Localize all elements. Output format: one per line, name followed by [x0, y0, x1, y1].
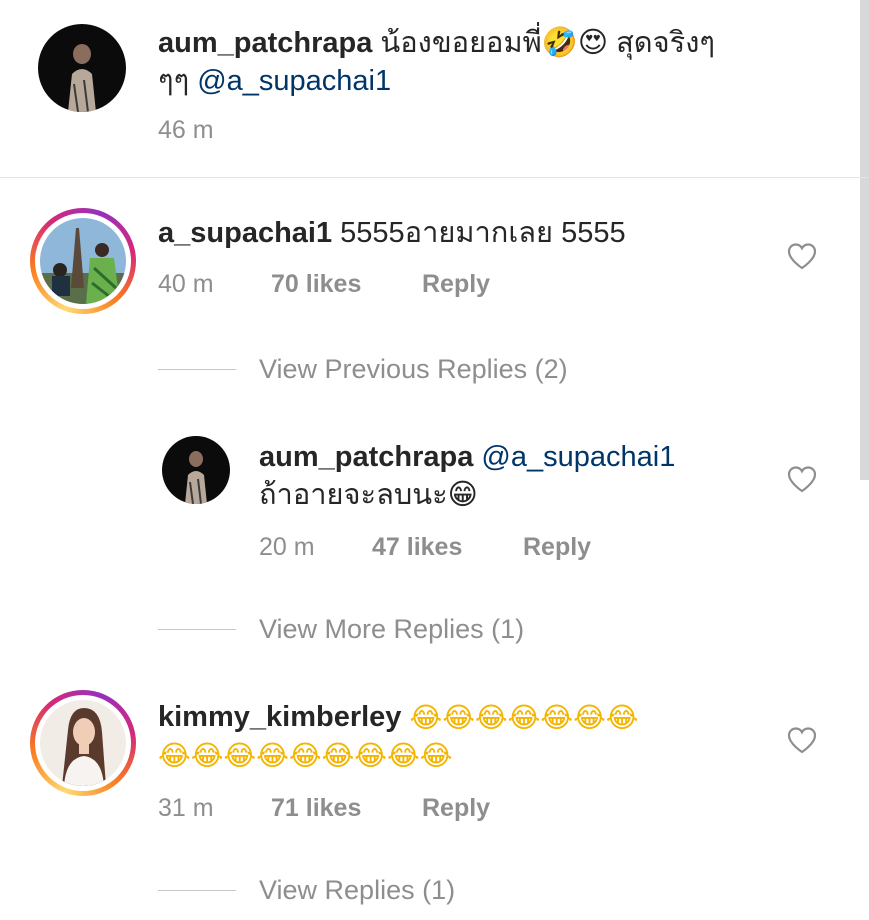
caption-text-line2: ๆๆ — [158, 65, 190, 97]
avatar[interactable] — [40, 700, 126, 786]
comment-text: kimmy_kimberley 😂😂😂😂😂😂😂 😂😂😂😂😂😂😂😂😂 — [158, 698, 758, 774]
avatar[interactable] — [38, 24, 126, 112]
emoji-row: 😂😂😂😂😂😂😂😂😂 — [158, 739, 453, 773]
reply-username[interactable]: aum_patchrapa — [259, 441, 473, 473]
caption-section: aum_patchrapa น้องขอยอมพี่🤣😍 สุดจริงๆ ๆๆ… — [0, 0, 856, 176]
reply-time: 20 m — [259, 533, 315, 561]
comment-likes[interactable]: 71 likes — [271, 794, 361, 823]
caption-time: 46 m — [158, 116, 214, 144]
comment-text: a_supachai1 5555อายมากเลย 5555 — [158, 214, 758, 252]
reply-button[interactable]: Reply — [422, 270, 490, 299]
comment-username[interactable]: a_supachai1 — [158, 217, 332, 249]
view-replies-line — [158, 890, 236, 891]
reply-body: ถ้าอายจะลบนะ😁 — [259, 479, 478, 511]
avatar[interactable] — [40, 218, 126, 304]
heart-icon[interactable] — [787, 726, 817, 754]
reply-mention[interactable]: @a_supachai1 — [481, 441, 675, 473]
avatar[interactable] — [162, 436, 230, 504]
reply-button[interactable]: Reply — [422, 794, 490, 823]
caption-username[interactable]: aum_patchrapa — [158, 27, 372, 59]
reply-meta: 20 m 47 likes Reply — [259, 533, 659, 563]
comment-time: 31 m — [158, 794, 214, 822]
comment-username[interactable]: kimmy_kimberley — [158, 701, 401, 733]
view-replies-line — [158, 629, 236, 630]
reply-button[interactable]: Reply — [523, 533, 591, 562]
comment-likes[interactable]: 70 likes — [271, 270, 361, 299]
caption-text: aum_patchrapa น้องขอยอมพี่🤣😍 สุดจริงๆ ๆๆ… — [158, 24, 808, 100]
divider — [0, 177, 869, 178]
scrollbar[interactable] — [860, 0, 869, 480]
caption-mention[interactable]: @a_supachai1 — [197, 65, 391, 97]
heart-icon[interactable] — [787, 242, 817, 270]
heart-icon[interactable] — [787, 465, 817, 493]
view-more-replies[interactable]: View More Replies (1) — [259, 614, 524, 645]
view-previous-replies[interactable]: View Previous Replies (2) — [259, 354, 568, 385]
comment-time: 40 m — [158, 270, 214, 298]
reply-likes[interactable]: 47 likes — [372, 533, 462, 562]
view-replies-line — [158, 369, 236, 370]
comment-meta: 31 m 71 likes Reply — [158, 794, 658, 824]
comment-meta: 40 m 70 likes Reply — [158, 270, 658, 300]
caption-text-line1: น้องขอยอมพี่🤣😍 สุดจริงๆ — [380, 27, 715, 59]
comment-body: 5555อายมากเลย 5555 — [340, 217, 626, 249]
view-replies[interactable]: View Replies (1) — [259, 875, 455, 906]
reply-text: aum_patchrapa @a_supachai1 ถ้าอายจะลบนะ😁 — [259, 438, 759, 514]
emoji-row: 😂😂😂😂😂😂😂 — [409, 701, 639, 735]
